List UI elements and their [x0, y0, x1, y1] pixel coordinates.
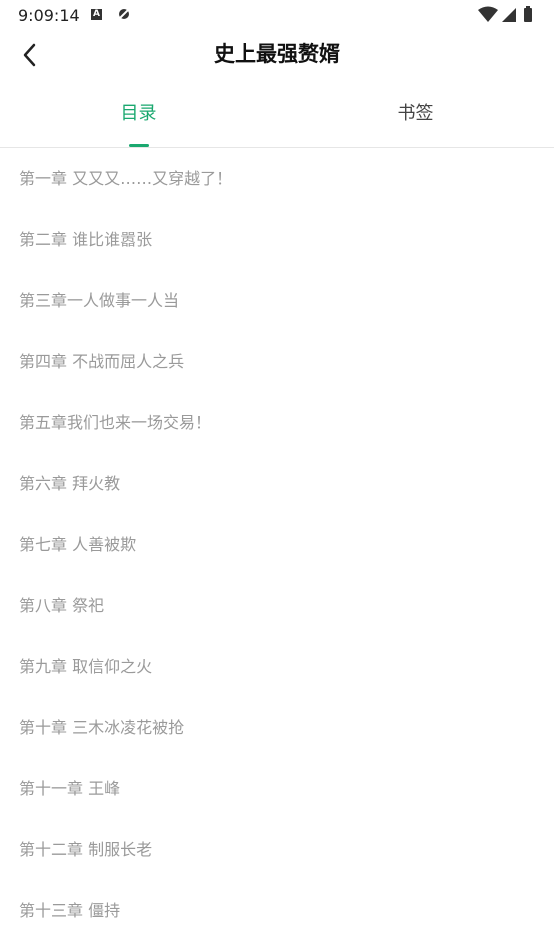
tab-bookmarks[interactable]: 书签	[277, 92, 554, 147]
a-notification-icon: A	[91, 9, 102, 20]
wifi-icon	[478, 6, 498, 22]
status-time: 9:09:14	[18, 6, 80, 25]
battery-icon	[524, 8, 532, 22]
chapter-item[interactable]: 第四章 不战而屈人之兵	[0, 331, 554, 392]
chapter-item[interactable]: 第一章 又又又……又穿越了！	[0, 148, 554, 209]
chapter-item[interactable]: 第五章我们也来一场交易！	[0, 392, 554, 453]
tab-catalog[interactable]: 目录	[0, 92, 277, 147]
chapter-item[interactable]: 第十章 三木冰凌花被抢	[0, 697, 554, 758]
chapter-item[interactable]: 第七章 人善被欺	[0, 514, 554, 575]
no-signal-icon	[118, 8, 130, 20]
chapter-item[interactable]: 第十一章 王峰	[0, 758, 554, 819]
active-tab-indicator	[129, 144, 149, 147]
chapter-item[interactable]: 第九章 取信仰之火	[0, 636, 554, 697]
chapter-item[interactable]: 第十二章 制服长老	[0, 819, 554, 880]
chapter-item[interactable]: 第八章 祭祀	[0, 575, 554, 636]
system-indicators	[478, 6, 532, 22]
app-header: 史上最强赘婿	[0, 30, 554, 78]
page-title: 史上最强赘婿	[214, 41, 340, 66]
chapter-item[interactable]: 第二章 谁比谁嚣张	[0, 209, 554, 270]
chapter-item[interactable]: 第十三章 僵持	[0, 880, 554, 941]
chapter-item[interactable]: 第三章一人做事一人当	[0, 270, 554, 331]
chapter-list: 第一章 又又又……又穿越了！ 第二章 谁比谁嚣张 第三章一人做事一人当 第四章 …	[0, 148, 554, 941]
chapter-item[interactable]: 第六章 拜火教	[0, 453, 554, 514]
status-bar: 9:09:14 A	[0, 0, 554, 30]
cell-signal-icon	[502, 8, 516, 22]
tab-bar: 目录 书签	[0, 92, 554, 148]
